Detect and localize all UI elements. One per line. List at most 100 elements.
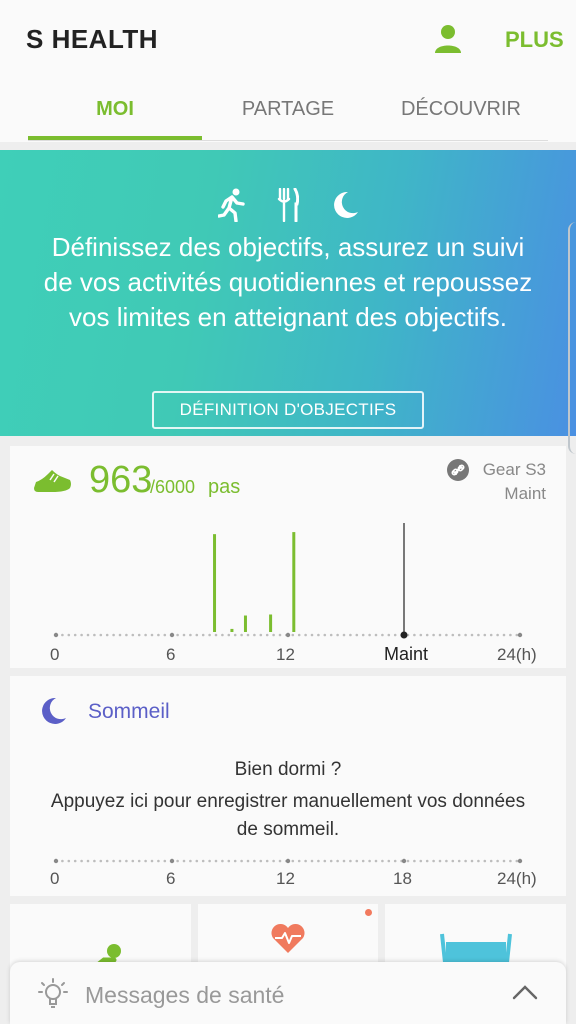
- tab-moi[interactable]: MOI: [29, 98, 201, 121]
- axis-dot: [297, 633, 301, 637]
- goals-banner[interactable]: Définissez des objectifs, assurez un sui…: [0, 150, 576, 436]
- axis-dot: [355, 859, 359, 863]
- axis-dot: [349, 633, 352, 637]
- axis-dot: [425, 859, 429, 863]
- edge-panel-handle[interactable]: [568, 222, 576, 454]
- axis-dot: [73, 633, 77, 637]
- axis-dot: [464, 633, 467, 637]
- axis-dot: [157, 633, 160, 637]
- now-marker-dot: [400, 631, 408, 639]
- axis-dot: [144, 859, 147, 863]
- axis-dot: [483, 859, 487, 863]
- axis-dot: [425, 633, 429, 637]
- axis-dot: [515, 633, 519, 637]
- axis-dot: [118, 633, 122, 637]
- axis-dot: [214, 859, 218, 863]
- axis-dot: [221, 859, 224, 863]
- axis-dot: [329, 633, 333, 637]
- axis-dot: [483, 633, 487, 637]
- axis-dot: [502, 633, 506, 637]
- axis-dot: [438, 859, 442, 863]
- axis-dot: [195, 859, 199, 863]
- axis-dot: [246, 859, 250, 863]
- axis-dot: [374, 633, 378, 637]
- axis-dot: [137, 633, 141, 637]
- axis-dot: [509, 859, 512, 863]
- axis-dot: [349, 859, 352, 863]
- tab-partage[interactable]: PARTAGE: [202, 98, 374, 121]
- axis-dot: [381, 859, 384, 863]
- axis-dot: [157, 859, 160, 863]
- axis-dot: [61, 633, 64, 637]
- sleep-axis-label-0: 0: [50, 869, 60, 888]
- axis-dot: [406, 859, 410, 863]
- axis-dot: [310, 633, 314, 637]
- axis-dot: [361, 859, 365, 863]
- axis-dot: [451, 633, 455, 637]
- axis-dot: [93, 859, 96, 863]
- axis-dot: [489, 633, 493, 637]
- axis-dot: [297, 859, 301, 863]
- steps-axis-label-now: Maint: [384, 644, 429, 664]
- axis-dot: [393, 633, 397, 637]
- steps-card[interactable]: 963 /6000 pas Gear S3 Maint 0 6 12 Maint…: [10, 446, 566, 668]
- axis-dot: [208, 633, 211, 637]
- axis-major-dot: [517, 632, 523, 638]
- axis-dot: [233, 859, 237, 863]
- axis-dot: [323, 633, 327, 637]
- axis-dot: [470, 859, 474, 863]
- sleep-card[interactable]: Sommeil Bien dormi ? Appuyez ici pour en…: [10, 676, 566, 896]
- axis-dot: [393, 859, 397, 863]
- axis-major-dot: [169, 632, 175, 638]
- axis-dot: [509, 633, 512, 637]
- axis-dot: [131, 633, 135, 637]
- axis-dot: [150, 633, 154, 637]
- tab-decouvrir[interactable]: DÉCOUVRIR: [375, 98, 547, 121]
- axis-dot: [182, 859, 186, 863]
- axis-dot: [265, 633, 269, 637]
- steps-bar-0: [213, 534, 217, 632]
- health-messages-bar[interactable]: Messages de santé: [10, 962, 566, 1024]
- sleep-axis-label-6: 6: [166, 869, 176, 888]
- axis-dot: [477, 633, 480, 637]
- axis-dot: [317, 633, 320, 637]
- health-messages-label: Messages de santé: [85, 982, 285, 1008]
- axis-dot: [112, 633, 115, 637]
- axis-dot: [259, 633, 263, 637]
- axis-dot: [112, 859, 115, 863]
- sleep-axis-label-24: 24(h): [497, 869, 537, 888]
- axis-dot: [259, 859, 263, 863]
- axis-dot: [413, 633, 416, 637]
- axis-major-dot: [169, 858, 175, 864]
- profile-icon[interactable]: [434, 24, 462, 54]
- axis-dot: [118, 859, 122, 863]
- axis-dot: [419, 633, 423, 637]
- axis-major-dot: [53, 632, 59, 638]
- axis-dot: [67, 633, 71, 637]
- axis-dot: [125, 859, 128, 863]
- steps-axis-label-24: 24(h): [497, 645, 537, 664]
- axis-dot: [240, 633, 243, 637]
- axis-dot: [278, 859, 282, 863]
- axis-dot: [342, 859, 346, 863]
- axis-dot: [304, 633, 307, 637]
- active-tab-indicator: [28, 136, 202, 140]
- axis-major-dot: [517, 858, 523, 864]
- axis-dot: [80, 633, 83, 637]
- plus-button[interactable]: PLUS: [505, 27, 564, 53]
- lightbulb-icon: [38, 978, 68, 1008]
- steps-axis-label-6: 6: [166, 645, 176, 664]
- axis-dot: [80, 859, 83, 863]
- chevron-up-icon[interactable]: [512, 984, 538, 1000]
- axis-dot: [105, 859, 109, 863]
- app-title: S HEALTH: [26, 24, 159, 54]
- axis-dot: [227, 859, 231, 863]
- axis-dot: [381, 633, 384, 637]
- axis-dot: [125, 633, 128, 637]
- axis-dot: [502, 859, 506, 863]
- axis-dot: [432, 859, 435, 863]
- set-goals-button[interactable]: DÉFINITION D'OBJECTIFS: [152, 391, 424, 429]
- notification-dot: [365, 909, 372, 916]
- axis-dot: [470, 633, 474, 637]
- axis-dot: [329, 859, 333, 863]
